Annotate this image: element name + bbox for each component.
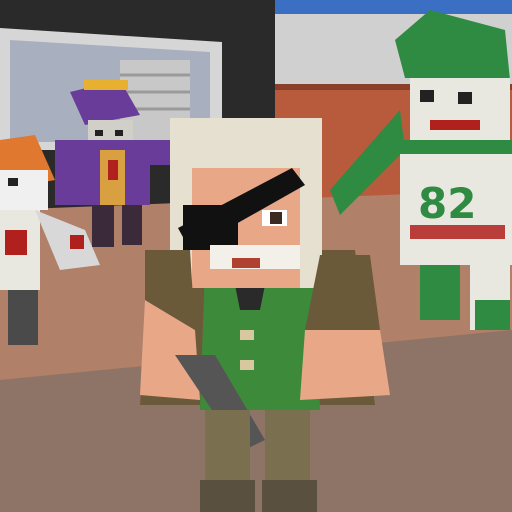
jersey-number: 82 — [418, 179, 476, 228]
game-scene: 82 — [0, 0, 512, 512]
eyepatch — [183, 205, 238, 250]
game-viewport: 82 — [0, 0, 512, 512]
